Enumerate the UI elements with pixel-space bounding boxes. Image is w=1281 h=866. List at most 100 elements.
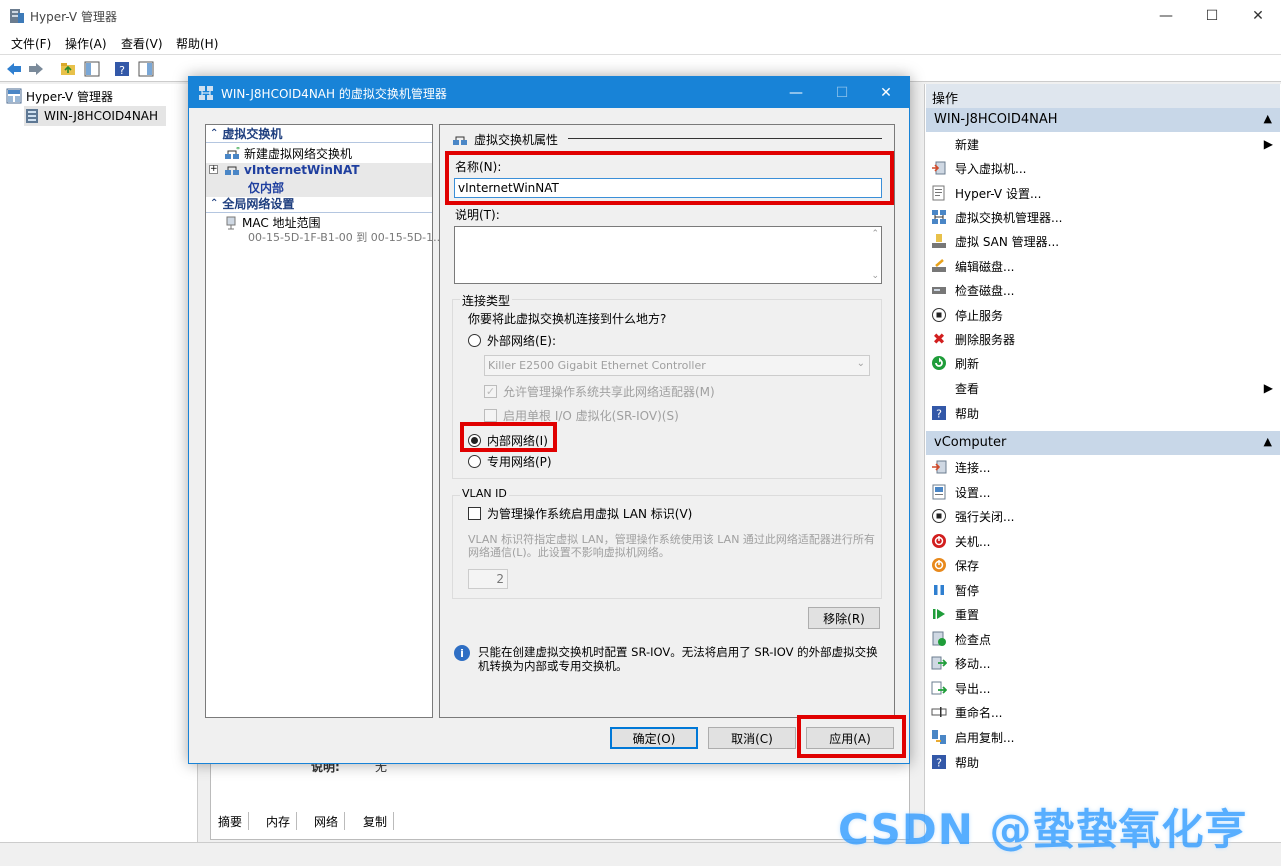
action-reset[interactable]: 重置 [931, 603, 1275, 625]
checkbox-box: ✓ [484, 385, 497, 398]
action-checkpoint[interactable]: 检查点 [931, 628, 1275, 650]
action-virtual-san-manager[interactable]: 虚拟 SAN 管理器... [931, 230, 1275, 252]
tree-server-node[interactable]: WIN-J8HCOID4NAH [24, 106, 166, 126]
action-view[interactable]: 查看 ▶ [931, 377, 1275, 399]
internal-network-radio[interactable]: 内部网络(I) [468, 432, 548, 449]
allow-management-share-checkbox: ✓ 允许管理操作系统共享此网络适配器(M) [484, 383, 715, 400]
action-enable-replication-label: 启用复制... [955, 730, 1015, 745]
action-virtual-switch-manager[interactable]: 虚拟交换机管理器... [931, 206, 1275, 228]
stop-icon [931, 307, 947, 323]
action-connect[interactable]: 连接... [931, 456, 1275, 478]
collapse-chevron-icon[interactable]: ⌃ [210, 128, 218, 139]
import-icon [931, 160, 947, 176]
action-connect-label: 连接... [955, 460, 991, 475]
tab-replication[interactable]: 复制 [357, 812, 395, 830]
dialog-titlebar: WIN-J8HCOID4NAH 的虚拟交换机管理器 — ☐ ✕ [189, 77, 909, 108]
info-icon: i [454, 645, 470, 661]
group-virtual-switches[interactable]: ⌃ 虚拟交换机 [206, 125, 432, 143]
tab-memory[interactable]: 内存 [260, 812, 298, 830]
menu-help[interactable]: 帮助(H) [176, 35, 218, 52]
action-new[interactable]: 新建 ▶ [931, 133, 1275, 155]
action-virtual-san-manager-label: 虚拟 SAN 管理器... [955, 234, 1060, 249]
action-move[interactable]: 移动... [931, 652, 1275, 674]
scroll-down-icon[interactable]: ⌄ [871, 271, 879, 281]
svg-text:?: ? [936, 757, 942, 770]
new-switch-icon: * [225, 147, 240, 159]
action-export[interactable]: 导出... [931, 677, 1275, 699]
actions-vm-section[interactable]: vComputer ▲ [926, 431, 1280, 455]
action-help-vm[interactable]: ? 帮助 [931, 751, 1275, 773]
switch-description-input[interactable]: ⌃ ⌄ [454, 226, 882, 284]
sriov-info-text: 只能在创建虚拟交换机时配置 SR-IOV。无法将启用了 SR-IOV 的外部虚拟… [478, 645, 878, 673]
external-adapter-value: Killer E2500 Gigabit Ethernet Controller [488, 359, 706, 372]
tree-root-hyperv[interactable]: Hyper-V 管理器 [6, 86, 113, 106]
menu-view[interactable]: 查看(V) [121, 35, 163, 52]
action-inspect-disk[interactable]: 检查磁盘... [931, 279, 1275, 301]
actions-header: 操作 [926, 84, 1280, 108]
action-turn-off[interactable]: 强行关闭... [931, 505, 1275, 527]
group-virtual-switches-label: 虚拟交换机 [222, 127, 283, 141]
action-rename[interactable]: 重命名... [931, 701, 1275, 723]
tab-summary[interactable]: 摘要 [212, 812, 250, 830]
apply-button[interactable]: 应用(A) [806, 727, 894, 749]
action-pause[interactable]: 暂停 [931, 579, 1275, 601]
dialog-minimize-button[interactable]: — [773, 77, 819, 108]
action-stop-service[interactable]: 停止服务 [931, 304, 1275, 326]
action-save-label: 保存 [955, 558, 980, 573]
back-arrow-icon[interactable] [5, 60, 23, 78]
action-pause-label: 暂停 [955, 583, 980, 598]
action-enable-replication[interactable]: 启用复制... [931, 726, 1275, 748]
pause-icon [931, 582, 947, 598]
action-hyperv-settings[interactable]: Hyper-V 设置... [931, 182, 1275, 204]
expand-plus-icon[interactable]: + [209, 165, 218, 174]
remove-button[interactable]: 移除(R) [808, 607, 880, 629]
actions-server-section[interactable]: WIN-J8HCOID4NAH ▲ [926, 108, 1280, 132]
virtual-switch-manager-dialog: WIN-J8HCOID4NAH 的虚拟交换机管理器 — ☐ ✕ ⌃ 虚拟交换机 … [188, 76, 910, 764]
close-button[interactable]: ✕ [1235, 0, 1281, 32]
external-network-radio[interactable]: 外部网络(E): [468, 332, 556, 349]
menu-action[interactable]: 操作(A) [65, 35, 107, 52]
show-hide-action-pane-icon[interactable] [137, 60, 155, 78]
switch-properties-label: 虚拟交换机属性 [474, 133, 559, 147]
minimize-button[interactable]: — [1143, 0, 1189, 32]
action-shutdown[interactable]: 关机... [931, 530, 1275, 552]
network-switch-icon [199, 86, 213, 100]
private-network-radio[interactable]: 专用网络(P) [468, 453, 552, 470]
enable-vlan-checkbox[interactable]: 为管理操作系统启用虚拟 LAN 标识(V) [468, 505, 692, 522]
action-export-label: 导出... [955, 681, 991, 696]
action-save[interactable]: 保存 [931, 554, 1275, 576]
show-hide-tree-icon[interactable] [83, 60, 101, 78]
connection-type-label: 连接类型 [460, 292, 513, 309]
collapse-chevron-icon[interactable]: ⌃ [210, 198, 218, 209]
scroll-up-icon[interactable]: ⌃ [871, 229, 879, 239]
forward-arrow-icon[interactable] [27, 60, 45, 78]
server-section-label: WIN-J8HCOID4NAH [934, 112, 1058, 127]
action-import-vm[interactable]: 导入虚拟机... [931, 157, 1275, 179]
action-settings[interactable]: 设置... [931, 481, 1275, 503]
cancel-button[interactable]: 取消(C) [708, 727, 796, 749]
action-help-server[interactable]: ? 帮助 [931, 402, 1275, 424]
dialog-close-button[interactable]: ✕ [863, 77, 909, 108]
maximize-button[interactable]: ☐ [1189, 0, 1235, 32]
checkbox-box [468, 507, 481, 520]
vlan-id-input: 2 [468, 569, 508, 589]
tab-network[interactable]: 网络 [308, 812, 346, 830]
collapse-up-icon[interactable]: ▲ [1264, 435, 1272, 448]
hyperv-manager-icon [6, 88, 22, 104]
new-virtual-switch-item[interactable]: * 新建虚拟网络交换机 [224, 145, 352, 162]
action-refresh[interactable]: 刷新 [931, 352, 1275, 374]
collapse-up-icon[interactable]: ▲ [1264, 112, 1272, 125]
switch-list-pane: ⌃ 虚拟交换机 * 新建虚拟网络交换机 + vInternetWinNAT 仅内… [205, 124, 444, 718]
action-remove-server[interactable]: ✖ 删除服务器 [931, 328, 1275, 350]
export-icon [931, 680, 947, 696]
enable-sriov-label: 启用单根 I/O 虚拟化(SR-IOV)(S) [503, 409, 679, 423]
group-global-network-settings[interactable]: ⌃ 全局网络设置 [206, 195, 432, 213]
ok-button[interactable]: 确定(O) [610, 727, 698, 749]
help-icon[interactable]: ? [113, 60, 131, 78]
switch-name-input[interactable]: vInternetWinNAT [454, 178, 882, 198]
menu-file[interactable]: 文件(F) [11, 35, 51, 52]
switch-vinternetwinnat[interactable]: vInternetWinNAT [224, 163, 360, 177]
folder-up-icon[interactable] [59, 60, 77, 78]
name-label: 名称(N): [455, 160, 502, 174]
action-edit-disk[interactable]: 编辑磁盘... [931, 255, 1275, 277]
